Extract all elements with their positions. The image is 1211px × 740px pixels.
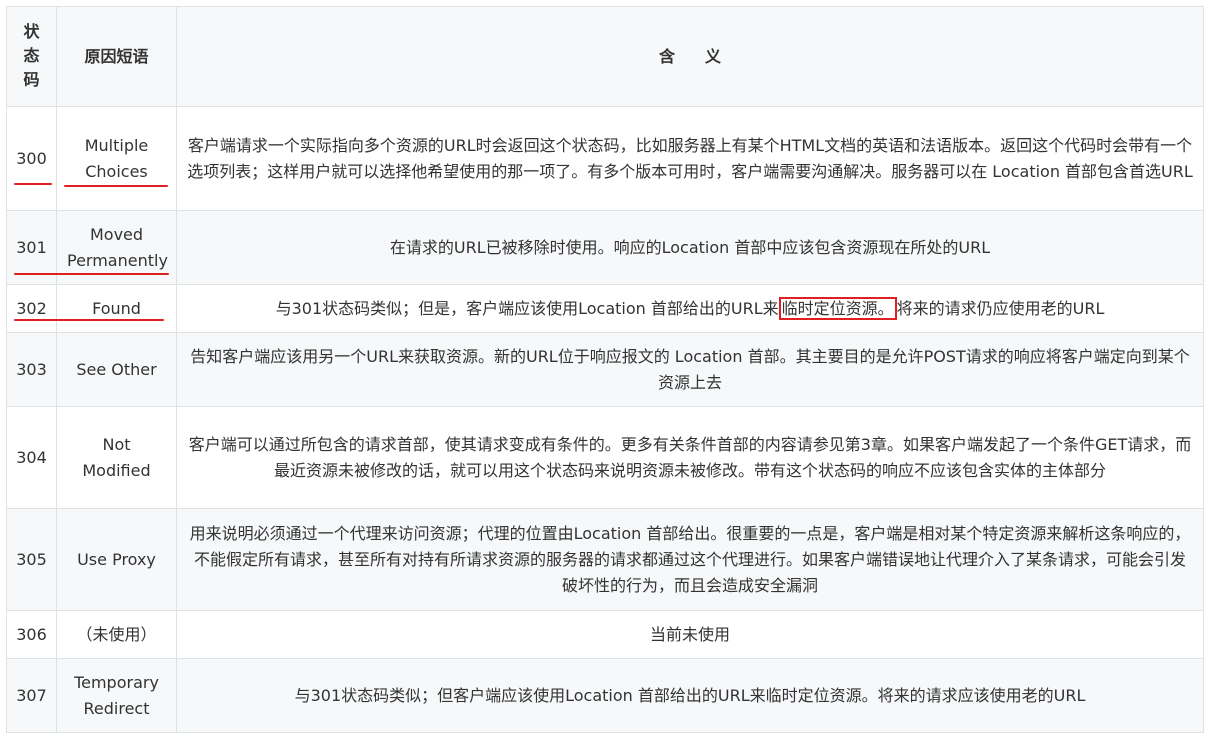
status-code-cell: 303 (6, 332, 57, 407)
status-code-cell: 304 (6, 406, 57, 509)
reason-phrase-cell: Not Modified (56, 406, 177, 509)
red-underline-mark (14, 183, 52, 185)
table-row: 301 Moved Permanently 在请求的URL已被移除时使用。响应的… (6, 210, 1204, 285)
meaning-cell: 当前未使用 (176, 610, 1204, 659)
meaning-cell: 与301状态码类似；但是，客户端应该使用Location 首部给出的URL来 临时… (176, 284, 1204, 333)
meaning-text-after: 将来的请求仍应使用老的URL (896, 298, 1105, 318)
status-code-cell: 302 (6, 284, 57, 333)
status-code-cell: 306 (6, 610, 57, 659)
meaning-text-before: 与301状态码类似；但是，客户端应该使用Location 首部给出的URL来 (275, 298, 779, 318)
table-row: 302 Found 与301状态码类似；但是，客户端应该使用Location 首… (6, 284, 1204, 333)
red-underline-mark (14, 319, 164, 321)
reason-phrase-cell: （未使用） (56, 610, 177, 659)
reason-phrase-cell: Multiple Choices (56, 106, 177, 211)
status-code-table: 状态码 原因短语 含义 300 Multiple Choices 客户端请求一个… (6, 6, 1204, 733)
table-row: 306 （未使用） 当前未使用 (6, 610, 1204, 659)
header-meaning-char-1: 含 (658, 46, 675, 66)
table-row: 305 Use Proxy 用来说明必须通过一个代理来访问资源；代理的位置由Lo… (6, 508, 1204, 611)
table-row: 303 See Other 告知客户端应该用另一个URL来获取资源。新的URL位… (6, 332, 1204, 407)
status-code-cell: 305 (6, 508, 57, 611)
meaning-cell: 用来说明必须通过一个代理来访问资源；代理的位置由Location 首部给出。很重… (176, 508, 1204, 611)
reason-phrase-cell: Use Proxy (56, 508, 177, 611)
header-meaning: 含义 (176, 6, 1204, 107)
red-underline-mark (64, 185, 168, 187)
meaning-cell: 告知客户端应该用另一个URL来获取资源。新的URL位于响应报文的 Locatio… (176, 332, 1204, 407)
highlight-box: 临时定位资源。 (778, 296, 897, 320)
meaning-cell: 客户端可以通过所包含的请求首部，使其请求变成有条件的。更多有关条件首部的内容请参… (176, 406, 1204, 509)
header-status-code: 状态码 (6, 6, 57, 107)
reason-phrase-cell: See Other (56, 332, 177, 407)
status-code-cell: 300 (6, 106, 57, 211)
meaning-cell: 与301状态码类似；但客户端应该使用Location 首部给出的URL来临时定位… (176, 658, 1204, 733)
table-row: 300 Multiple Choices 客户端请求一个实际指向多个资源的URL… (6, 106, 1204, 211)
reason-phrase-cell: Temporary Redirect (56, 658, 177, 733)
table-header-row: 状态码 原因短语 含义 (6, 6, 1204, 107)
meaning-cell: 客户端请求一个实际指向多个资源的URL时会返回这个状态码，比如服务器上有某个HT… (176, 106, 1204, 211)
header-reason-phrase: 原因短语 (56, 6, 177, 107)
meaning-cell: 在请求的URL已被移除时使用。响应的Location 首部中应该包含资源现在所处… (176, 210, 1204, 285)
table-row: 307 Temporary Redirect 与301状态码类似；但客户端应该使… (6, 658, 1204, 733)
table-row: 304 Not Modified 客户端可以通过所包含的请求首部，使其请求变成有… (6, 406, 1204, 509)
reason-phrase-cell: Found (56, 284, 177, 333)
red-underline-mark (14, 273, 169, 275)
status-code-cell: 307 (6, 658, 57, 733)
header-meaning-char-2: 义 (705, 46, 722, 66)
